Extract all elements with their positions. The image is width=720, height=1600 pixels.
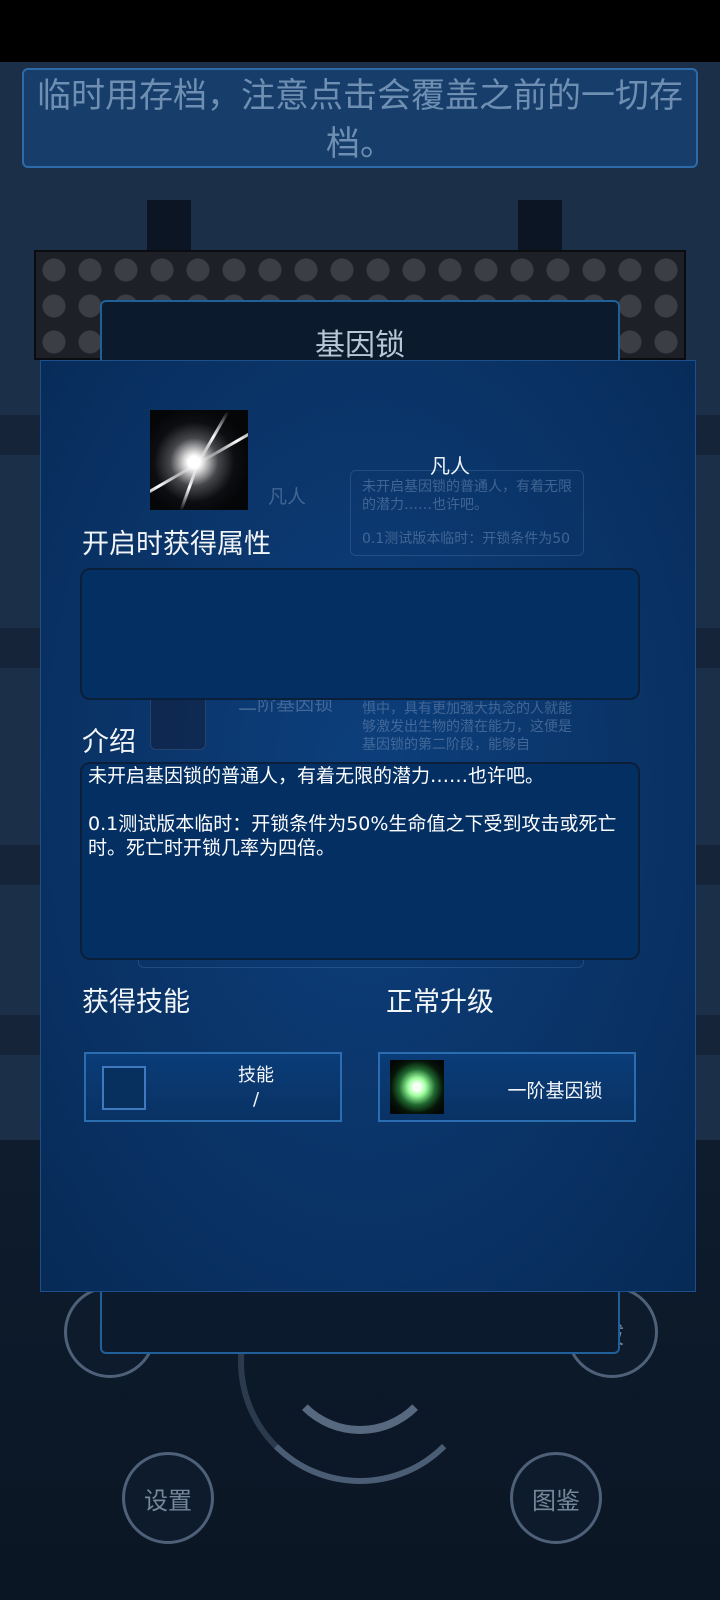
upgrade-button[interactable]: 一阶基因锁 <box>378 1052 636 1122</box>
ghost-item-desc: 惧中，具有更加强大执念的人就能够激发出生物的潜在能力，这便是基因锁的第二阶段，能… <box>362 701 572 753</box>
decor-pillar <box>518 200 562 252</box>
intro-heading: 介绍 <box>82 727 136 758</box>
codex-button[interactable]: 图鉴 <box>510 1452 602 1544</box>
dialog-title: 基因锁 <box>315 328 405 363</box>
intro-text: 未开启基因锁的普通人，有着无限的潜力……也许吧。 0.1测试版本临时：开锁条件为… <box>88 765 617 859</box>
upgrade-label: 一阶基因锁 <box>507 1080 603 1102</box>
ghost-item-desc: 未开启基因锁的普通人，有着无限的潜力……也许吧。 <box>362 479 572 513</box>
gene-lock-dialog-header: 基因锁 <box>100 300 620 363</box>
upgrade-heading: 正常升级 <box>386 987 494 1018</box>
gene-lock-dialog-footer <box>100 1290 620 1354</box>
gene-lock-name: 凡人 <box>430 454 470 478</box>
bg-strip <box>0 415 40 455</box>
bg-strip <box>0 845 40 885</box>
green-glow <box>390 1060 444 1114</box>
bg-strip <box>0 1015 40 1055</box>
skill-label-line2: / <box>252 1089 260 1110</box>
decor-pillar <box>147 200 191 252</box>
bg-strip <box>0 628 40 668</box>
green-star-icon <box>390 1060 444 1114</box>
save-warning-banner[interactable]: 临时用存档，注意点击会覆盖之前的一切存档。 <box>22 68 698 168</box>
attributes-box <box>80 568 640 700</box>
gene-lock-portrait <box>150 410 248 510</box>
ghost-item-extra: 0.1测试版本临时：开锁条件为50 <box>362 531 571 547</box>
intro-box: 未开启基因锁的普通人，有着无限的潜力……也许吧。 0.1测试版本临时：开锁条件为… <box>80 762 640 960</box>
attributes-heading: 开启时获得属性 <box>82 529 271 560</box>
ghost-item-name: 凡人 <box>268 486 307 508</box>
skills-heading: 获得技能 <box>82 987 190 1018</box>
screen: 临时用存档，注意点击会覆盖之前的一切存档。 防 拔 设置 图鉴 基因锁 凡人 未… <box>0 0 720 1600</box>
skill-label-line1: 技能 <box>238 1065 274 1086</box>
skill-label: 技能 / <box>206 1064 306 1112</box>
skill-button[interactable]: 技能 / <box>84 1052 342 1122</box>
settings-button[interactable]: 设置 <box>122 1452 214 1544</box>
skill-slot-icon <box>102 1066 146 1110</box>
